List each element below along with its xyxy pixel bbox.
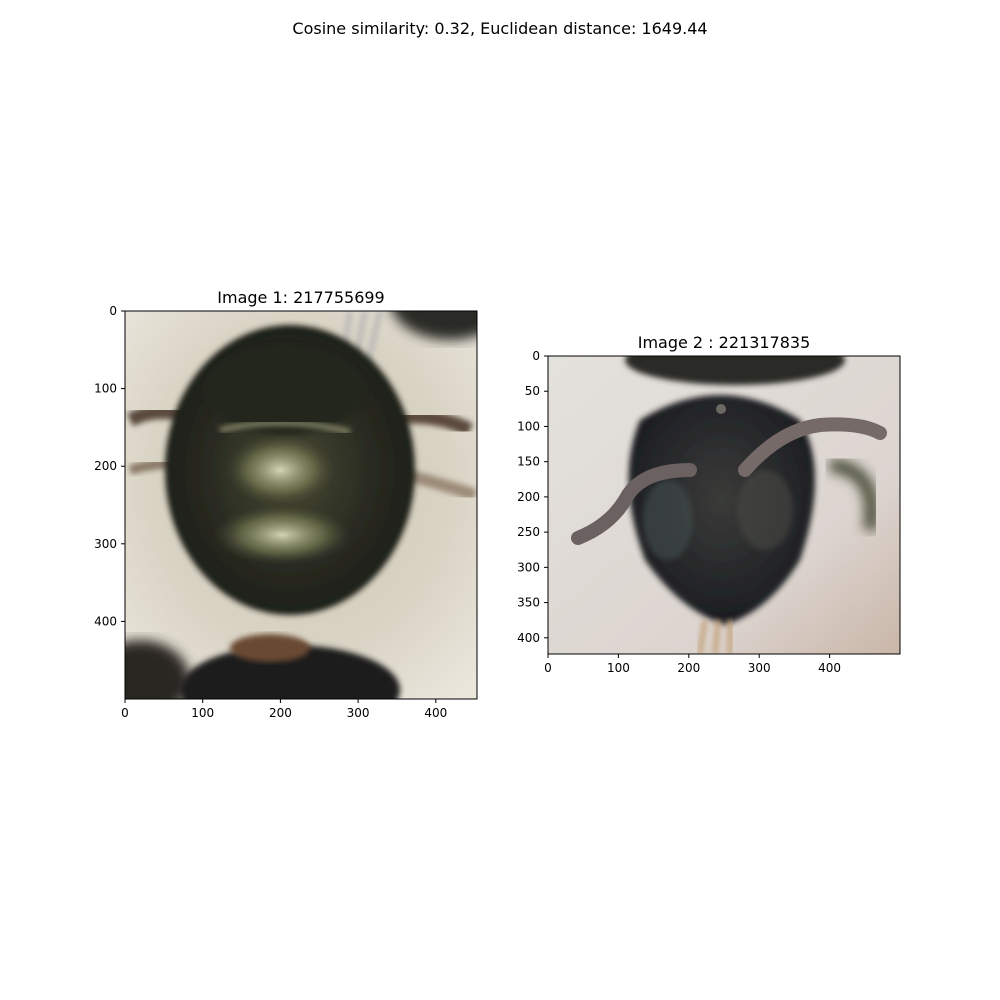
subplot-1-xtick-label-2: 200 (269, 706, 292, 720)
subplot-2-ytick-label-4: 200 (517, 490, 540, 504)
image-1 (125, 311, 477, 699)
subplot-2-ytick-label-0: 0 (532, 349, 540, 363)
image-2 (548, 356, 900, 654)
subplot-2-xtick-label-0: 0 (544, 661, 552, 675)
subplot-1-ytick-label-3: 300 (94, 537, 117, 551)
subplot-1-ytick-label-2: 200 (94, 459, 117, 473)
subplot-2-xtick-label-3: 300 (748, 661, 771, 675)
subplot-1-ytick-label-4: 400 (94, 614, 117, 628)
subplot-2-xtick-label-1: 100 (607, 661, 630, 675)
subplot-1-ytick-label-0: 0 (109, 304, 117, 318)
subplot-2-ytick-label-6: 300 (517, 560, 540, 574)
subplot-2-ytick-label-3: 150 (517, 455, 540, 469)
subplot-2-ytick-label-1: 50 (525, 384, 540, 398)
subplot-2-title: Image 2 : 221317835 (638, 333, 811, 352)
subplot-2-ytick-label-8: 400 (517, 631, 540, 645)
figure-suptitle: Cosine similarity: 0.32, Euclidean dista… (292, 19, 707, 38)
subplot-2-ytick-label-2: 100 (517, 419, 540, 433)
subplot-2-xtick-label-2: 200 (677, 661, 700, 675)
subplot-2-ytick-label-5: 250 (517, 525, 540, 539)
subplot-2-ytick-label-7: 350 (517, 596, 540, 610)
subplot-1-xtick-label-4: 400 (424, 706, 447, 720)
subplot-1-title: Image 1: 217755699 (217, 288, 384, 307)
subplot-1-xtick-label-3: 300 (347, 706, 370, 720)
subplot-1-xtick-label-0: 0 (121, 706, 129, 720)
subplot-1: Image 1: 217755699 0 100 200 300 40001002003 (94, 288, 478, 720)
subplot-2-xtick-label-4: 400 (818, 661, 841, 675)
figure: Cosine similarity: 0.32, Euclidean dista… (94, 19, 901, 720)
subplot-2: Image 2 : 221317835 0 100 200 300 400 0 50 100 1… (517, 333, 901, 675)
subplot-1-xtick-label-1: 100 (191, 706, 214, 720)
subplot-1-ytick-label-1: 100 (94, 382, 117, 396)
